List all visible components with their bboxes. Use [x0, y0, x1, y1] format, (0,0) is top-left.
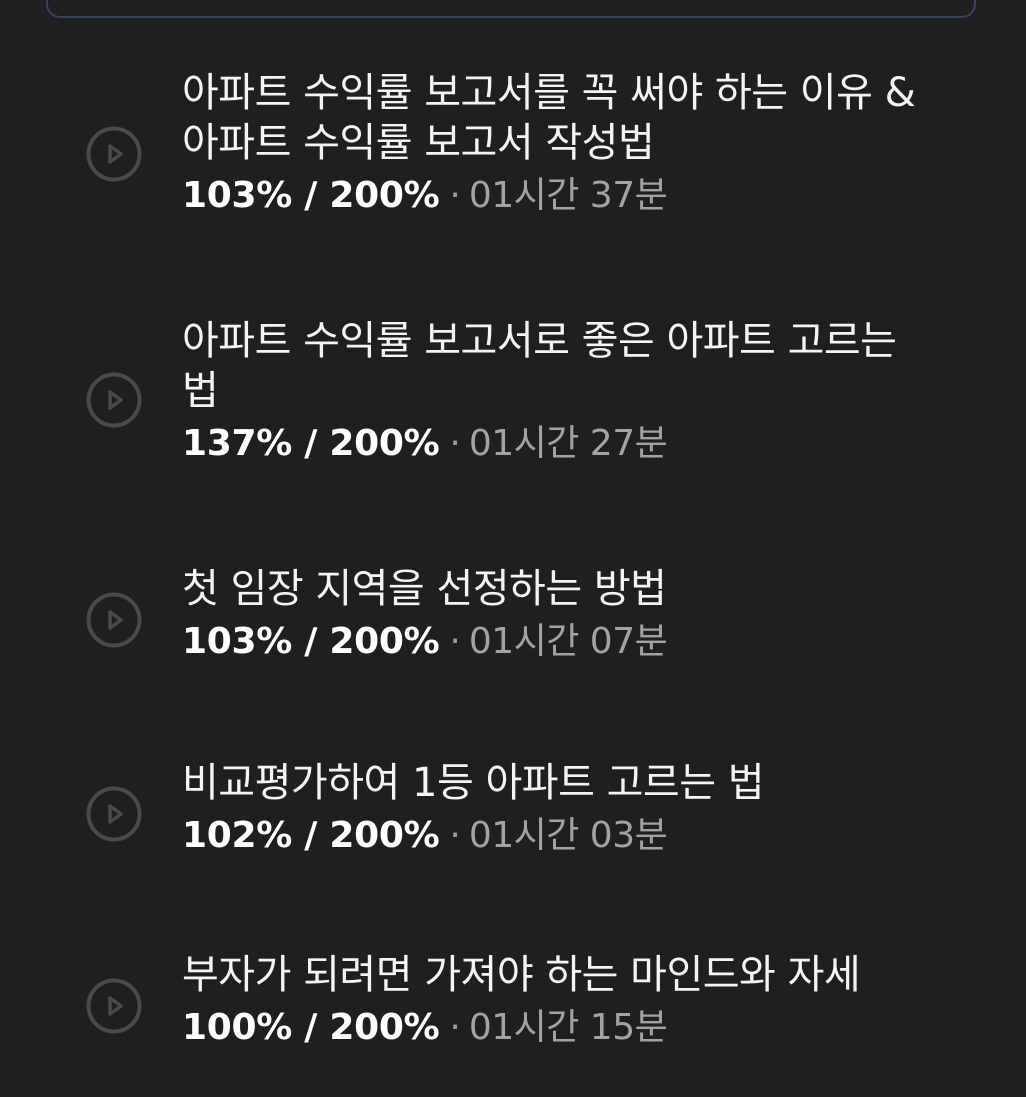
lesson-item[interactable]: 부자가 되려면 가져야 하는 마인드와 자세 100% / 200% · 01시간 … — [0, 950, 1026, 1068]
lesson-title-line: 법 — [182, 368, 219, 414]
playback-progress: 103% / 200% — [182, 175, 440, 216]
playback-progress: 100% / 200% — [182, 1007, 440, 1048]
lesson-duration: 01시간 03분 — [468, 815, 668, 856]
lesson-meta: 103% / 200% · 01시간 07분 — [182, 620, 982, 664]
lesson-meta: 137% / 200% · 01시간 27분 — [182, 422, 982, 466]
lesson-title: 비교평가하여 1등 아파트 고르는 법 — [182, 758, 982, 808]
play-circle-icon[interactable] — [86, 978, 142, 1034]
play-circle-icon[interactable] — [86, 592, 142, 648]
lesson-item[interactable]: 아파트 수익률 보고서를 꼭 써야 하는 이유 & 아파트 수익률 보고서 작성법… — [0, 68, 1026, 236]
lesson-item[interactable]: 첫 임장 지역을 선정하는 방법 103% / 200% · 01시간 07분 — [0, 564, 1026, 682]
lesson-title-line: 아파트 수익률 보고서 작성법 — [182, 120, 655, 166]
lesson-item[interactable]: 비교평가하여 1등 아파트 고르는 법 102% / 200% · 01시간 03분 — [0, 758, 1026, 876]
lesson-title: 첫 임장 지역을 선정하는 방법 — [182, 564, 982, 614]
lesson-title-line: 아파트 수익률 보고서를 꼭 써야 하는 이유 & — [182, 70, 916, 116]
playback-progress: 102% / 200% — [182, 815, 440, 856]
lesson-title: 아파트 수익률 보고서로 좋은 아파트 고르는 법 — [182, 316, 982, 416]
lesson-item[interactable]: 아파트 수익률 보고서로 좋은 아파트 고르는 법 137% / 200% · 01시… — [0, 316, 1026, 484]
lesson-title-line: 첫 임장 지역을 선정하는 방법 — [182, 566, 667, 612]
meta-separator: · — [449, 175, 461, 216]
play-circle-icon[interactable] — [86, 372, 142, 428]
meta-separator: · — [449, 423, 461, 464]
lesson-meta: 103% / 200% · 01시간 37분 — [182, 174, 982, 218]
lesson-title-line: 부자가 되려면 가져야 하는 마인드와 자세 — [182, 952, 861, 998]
lesson-title-line: 아파트 수익률 보고서로 좋은 아파트 고르는 — [182, 318, 897, 364]
meta-separator: · — [449, 621, 461, 662]
lesson-meta: 100% / 200% · 01시간 15분 — [182, 1006, 982, 1050]
lesson-title: 아파트 수익률 보고서를 꼭 써야 하는 이유 & 아파트 수익률 보고서 작성법 — [182, 68, 982, 168]
meta-separator: · — [449, 815, 461, 856]
meta-separator: · — [449, 1007, 461, 1048]
search-box[interactable] — [46, 0, 976, 18]
lesson-meta: 102% / 200% · 01시간 03분 — [182, 814, 982, 858]
lesson-duration: 01시간 15분 — [468, 1007, 668, 1048]
playback-progress: 137% / 200% — [182, 423, 440, 464]
lesson-duration: 01시간 27분 — [468, 423, 668, 464]
lesson-duration: 01시간 37분 — [468, 175, 668, 216]
lesson-duration: 01시간 07분 — [468, 621, 668, 662]
lesson-title: 부자가 되려면 가져야 하는 마인드와 자세 — [182, 950, 982, 1000]
playback-progress: 103% / 200% — [182, 621, 440, 662]
play-circle-icon[interactable] — [86, 126, 142, 182]
lesson-title-line: 비교평가하여 1등 아파트 고르는 법 — [182, 760, 765, 806]
play-circle-icon[interactable] — [86, 786, 142, 842]
